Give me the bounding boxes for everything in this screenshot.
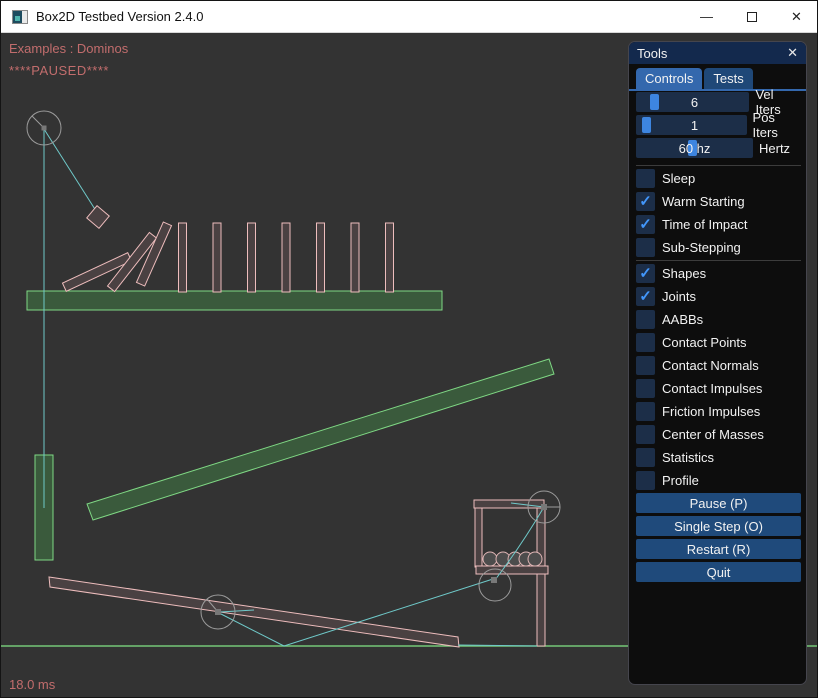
- frame-time-label: 18.0 ms: [9, 677, 55, 692]
- checkbox-warm-starting[interactable]: ✓ Warm Starting: [636, 191, 801, 211]
- tilted-green-plank: [87, 359, 554, 520]
- quit-button[interactable]: Quit: [636, 562, 801, 582]
- domino[interactable]: [248, 223, 256, 292]
- domino[interactable]: [386, 223, 394, 292]
- minimize-icon[interactable]: —: [684, 1, 729, 33]
- tools-panel-title: Tools: [637, 46, 667, 61]
- checkbox-contact-normals[interactable]: Contact Normals: [636, 355, 801, 375]
- small-ball[interactable]: [528, 552, 542, 566]
- check-icon: ✓: [639, 194, 652, 209]
- paused-label: ****PAUSED****: [9, 63, 109, 78]
- separator: [636, 165, 801, 166]
- checkbox-center-of-masses[interactable]: Center of Masses: [636, 424, 801, 444]
- tab-controls[interactable]: Controls: [636, 68, 702, 89]
- close-icon[interactable]: ✕: [774, 1, 818, 33]
- app-icon: [12, 10, 28, 24]
- simulation-canvas[interactable]: Examples : Dominos ****PAUSED**** 18.0 m…: [1, 33, 818, 698]
- pendulum-rope: [44, 129, 98, 214]
- checkbox-aabbs[interactable]: AABBs: [636, 309, 801, 329]
- checkbox-joints[interactable]: ✓ Joints: [636, 286, 801, 306]
- checkbox-contact-impulses[interactable]: Contact Impulses: [636, 378, 801, 398]
- checkbox-sleep[interactable]: Sleep: [636, 168, 801, 188]
- checkbox-statistics[interactable]: Statistics: [636, 447, 801, 467]
- pendulum-bob[interactable]: [87, 206, 110, 229]
- check-icon: ✓: [639, 266, 652, 281]
- panel-close-icon[interactable]: ✕: [787, 45, 798, 61]
- check-icon: ✓: [639, 217, 652, 232]
- stand-top-bar[interactable]: [474, 500, 544, 508]
- window-title: Box2D Testbed Version 2.4.0: [36, 9, 203, 24]
- slider-pos-iters[interactable]: 1 Pos Iters: [636, 115, 801, 135]
- slider-hertz[interactable]: 60 hz Hertz: [636, 138, 801, 158]
- domino[interactable]: [317, 223, 325, 292]
- stand-left-post[interactable]: [475, 508, 482, 567]
- checkbox-contact-points[interactable]: Contact Points: [636, 332, 801, 352]
- stand-shelf[interactable]: [476, 566, 548, 574]
- slider-vel-iters[interactable]: 6 Vel Iters: [636, 92, 801, 112]
- domino[interactable]: [213, 223, 221, 292]
- pause-button[interactable]: Pause (P): [636, 493, 801, 513]
- checkbox-profile[interactable]: Profile: [636, 470, 801, 490]
- checkbox-friction-impulses[interactable]: Friction Impulses: [636, 401, 801, 421]
- checkbox-shapes[interactable]: ✓ Shapes: [636, 263, 801, 283]
- checkbox-sub-stepping[interactable]: Sub-Stepping: [636, 237, 801, 257]
- tools-panel-titlebar[interactable]: Tools ✕: [629, 42, 806, 64]
- example-label: Examples : Dominos: [9, 41, 128, 56]
- seesaw-plank[interactable]: [49, 577, 459, 647]
- domino[interactable]: [179, 223, 187, 292]
- stand-right-post[interactable]: [537, 508, 545, 646]
- tools-panel: Tools ✕ Controls Tests 6 Vel Iters 1 Pos…: [628, 41, 807, 685]
- tab-tests[interactable]: Tests: [704, 68, 752, 89]
- checkbox-time-of-impact[interactable]: ✓ Time of Impact: [636, 214, 801, 234]
- check-icon: ✓: [639, 289, 652, 304]
- app-window: Box2D Testbed Version 2.4.0 — ✕: [0, 0, 818, 698]
- domino-platform: [27, 291, 442, 310]
- restart-button[interactable]: Restart (R): [636, 539, 801, 559]
- small-ball[interactable]: [483, 552, 497, 566]
- maximize-icon[interactable]: [729, 1, 774, 33]
- domino[interactable]: [351, 223, 359, 292]
- domino[interactable]: [282, 223, 290, 292]
- window-titlebar: Box2D Testbed Version 2.4.0 — ✕: [1, 1, 818, 33]
- single-step-button[interactable]: Single Step (O): [636, 516, 801, 536]
- separator: [636, 260, 801, 261]
